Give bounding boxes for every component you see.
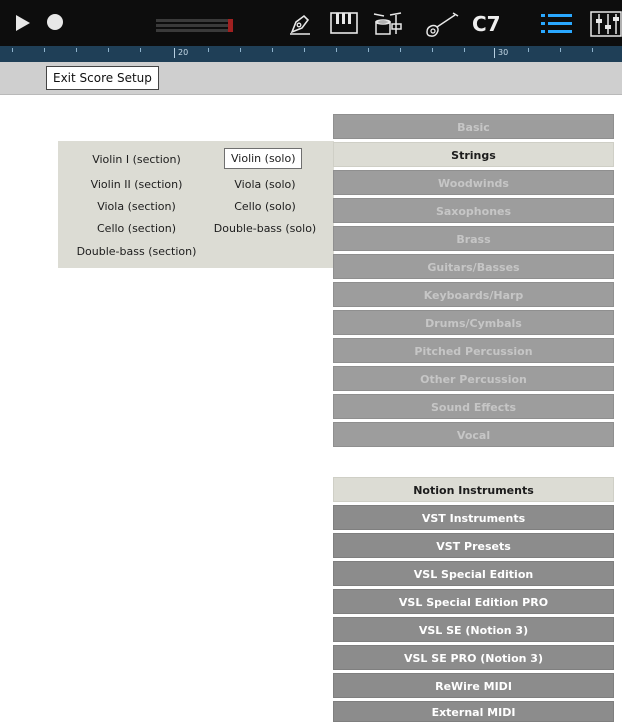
category-saxophones[interactable]: Saxophones	[333, 198, 614, 223]
source-notion-instruments[interactable]: Notion Instruments	[333, 477, 614, 502]
record-icon[interactable]	[46, 13, 64, 31]
timeline-ruler[interactable]: 20 30	[0, 46, 622, 62]
category-keyboards-harp[interactable]: Keyboards/Harp	[333, 282, 614, 307]
mixer-icon[interactable]	[590, 11, 622, 37]
category-brass[interactable]: Brass	[333, 226, 614, 251]
instrument-cello-section[interactable]: Cello (section)	[58, 222, 215, 235]
source-vsl-se-pro-notion-3[interactable]: VSL SE PRO (Notion 3)	[333, 645, 614, 670]
instrument-double-bass-solo[interactable]: Double-bass (solo)	[208, 222, 322, 235]
instrument-list-popup: Violin I (section) Violin II (section) V…	[58, 141, 334, 268]
ruler-mark-30: 30	[498, 48, 509, 57]
source-vst-presets[interactable]: VST Presets	[333, 533, 614, 558]
category-woodwinds[interactable]: Woodwinds	[333, 170, 614, 195]
category-vocal[interactable]: Vocal	[333, 422, 614, 447]
source-rewire-midi[interactable]: ReWire MIDI	[333, 673, 614, 698]
instrument-viola-solo[interactable]: Viola (solo)	[208, 178, 322, 191]
play-icon[interactable]	[14, 13, 32, 33]
category-sound-effects[interactable]: Sound Effects	[333, 394, 614, 419]
keyboard-icon[interactable]	[330, 12, 358, 34]
source-vst-instruments[interactable]: VST Instruments	[333, 505, 614, 530]
score-setup-bar: Exit Score Setup	[0, 62, 622, 95]
category-drums-cymbals[interactable]: Drums/Cymbals	[333, 310, 614, 335]
category-guitars-basses[interactable]: Guitars/Basses	[333, 254, 614, 279]
transport-toolbar: C7	[0, 0, 622, 46]
source-external-midi[interactable]: External MIDI	[333, 701, 614, 722]
exit-score-setup-button[interactable]: Exit Score Setup	[46, 66, 159, 90]
key-signature-label[interactable]: C7	[472, 12, 501, 36]
source-vsl-special-edition[interactable]: VSL Special Edition	[333, 561, 614, 586]
instrument-cello-solo[interactable]: Cello (solo)	[208, 200, 322, 213]
pen-icon[interactable]	[288, 12, 312, 36]
drums-icon[interactable]	[370, 10, 404, 36]
instrument-violin-solo[interactable]: Violin (solo)	[224, 148, 303, 169]
category-pitched-percussion[interactable]: Pitched Percussion	[333, 338, 614, 363]
source-vsl-special-edition-pro[interactable]: VSL Special Edition PRO	[333, 589, 614, 614]
instrument-violin-ii-section[interactable]: Violin II (section)	[58, 178, 215, 191]
instrument-violin-i-section[interactable]: Violin I (section)	[58, 153, 215, 166]
instrument-viola-section[interactable]: Viola (section)	[58, 200, 215, 213]
source-vsl-se-notion-3[interactable]: VSL SE (Notion 3)	[333, 617, 614, 642]
ruler-mark-20: 20	[178, 48, 189, 57]
guitar-icon[interactable]	[424, 10, 460, 38]
instrument-double-bass-section[interactable]: Double-bass (section)	[58, 245, 215, 258]
category-basic[interactable]: Basic	[333, 114, 614, 139]
category-other-percussion[interactable]: Other Percussion	[333, 366, 614, 391]
level-meter	[156, 19, 234, 33]
list-icon[interactable]	[540, 12, 574, 36]
category-strings[interactable]: Strings	[333, 142, 614, 167]
